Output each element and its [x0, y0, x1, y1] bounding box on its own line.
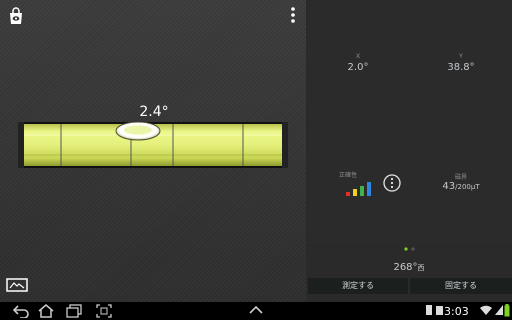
- level-angle: 2.4°: [139, 104, 169, 120]
- magnetic-value-row: 43/200μT: [410, 181, 512, 192]
- shopping-bag-icon[interactable]: [6, 6, 26, 26]
- level-panel: 2.4°: [0, 0, 306, 302]
- accuracy-bars-icon: [346, 182, 371, 196]
- chevron-up-icon[interactable]: [248, 304, 264, 316]
- y-value: 38.8°: [447, 62, 475, 73]
- status-clock: 3:03: [444, 305, 469, 318]
- notification-icon: [436, 306, 443, 315]
- heading-readout: 268°西: [306, 262, 512, 273]
- back-icon[interactable]: [12, 304, 30, 318]
- y-reading: Y 38.8°: [410, 2, 512, 120]
- recent-apps-icon[interactable]: [66, 304, 82, 318]
- action-buttons: 測定する 固定する: [306, 278, 512, 294]
- x-label: X: [355, 53, 361, 60]
- home-icon[interactable]: [38, 304, 54, 318]
- calibrate-icon[interactable]: [6, 278, 28, 292]
- x-reading: X 2.0°: [308, 2, 408, 120]
- heading-value: 268°: [393, 262, 418, 273]
- heading-direction: 西: [417, 264, 425, 272]
- magnetic-label: 磁界: [454, 174, 467, 181]
- screen: 2.4° X 2.0° Y 38.8° 正確性 磁界 43/200μT 268°…: [0, 0, 512, 320]
- measure-button[interactable]: 測定する: [308, 278, 408, 294]
- page-indicator: [404, 247, 415, 251]
- sd-card-icon: [426, 305, 432, 315]
- magnetic-unit: /200μT: [455, 183, 480, 191]
- level-vial: [18, 122, 288, 168]
- magnetic-reading: 磁界 43/200μT: [410, 122, 512, 244]
- accuracy-reading: 正確性: [308, 122, 408, 244]
- battery-icon: [504, 304, 510, 317]
- wifi-icon: [480, 305, 492, 315]
- magnetic-value: 43: [442, 181, 456, 192]
- readings-panel: X 2.0° Y 38.8° 正確性 磁界 43/200μT 268°西 測定す…: [306, 0, 512, 302]
- y-label: Y: [459, 53, 463, 60]
- info-icon[interactable]: [383, 174, 401, 192]
- signal-icon: [495, 305, 503, 315]
- x-value: 2.0°: [347, 62, 369, 73]
- screenshot-icon[interactable]: [96, 304, 112, 318]
- fix-button[interactable]: 固定する: [410, 278, 512, 294]
- system-bar: 3:03: [0, 302, 512, 320]
- more-vert-icon[interactable]: [288, 6, 298, 24]
- level-bubble: [115, 122, 161, 141]
